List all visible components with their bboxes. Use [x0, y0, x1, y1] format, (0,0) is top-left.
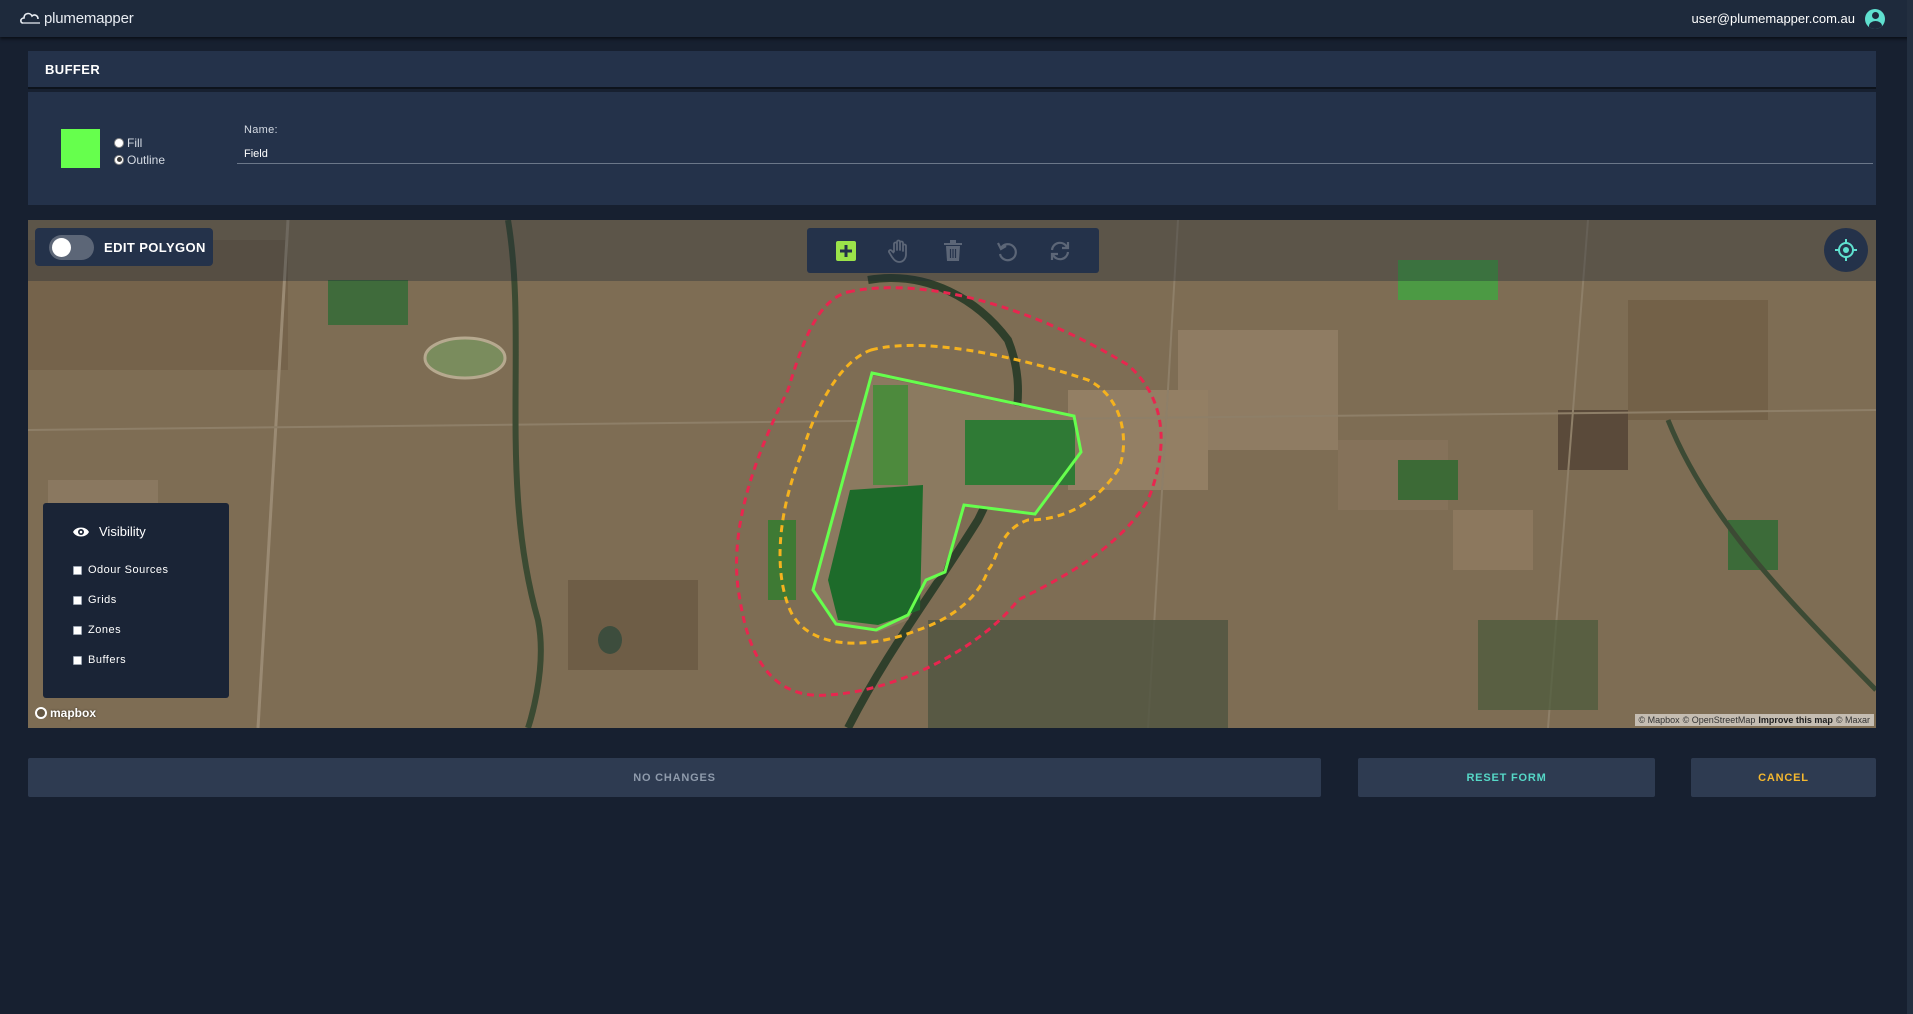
visibility-item-zones[interactable]: Zones [73, 615, 229, 645]
satellite-imagery [28, 220, 1876, 728]
fill-radio[interactable] [114, 137, 124, 148]
hand-pan-icon [888, 239, 908, 263]
buffers-checkbox[interactable] [73, 655, 82, 665]
visibility-title-text: Visibility [99, 524, 146, 539]
cloud-logo-icon [20, 12, 40, 24]
cancel-button[interactable]: CANCEL [1691, 758, 1876, 797]
draw-toolbar [807, 228, 1099, 273]
attribution-improve[interactable]: Improve this map [1758, 715, 1833, 725]
zones-checkbox[interactable] [73, 625, 82, 635]
trash-icon [943, 239, 962, 261]
add-polygon-button[interactable] [832, 237, 860, 265]
outline-radio[interactable] [114, 154, 124, 165]
visibility-item-label: Buffers [88, 654, 127, 666]
user-avatar-icon[interactable] [1865, 8, 1885, 29]
fill-radio-row[interactable]: Fill [114, 134, 165, 151]
name-input[interactable] [237, 144, 1873, 164]
map-view[interactable]: EDIT POLYGON Visibility Odour Sources Gr… [28, 220, 1876, 728]
fill-radio-label: Fill [127, 135, 143, 150]
visibility-item-label: Grids [88, 594, 117, 606]
section-title: BUFFER [45, 61, 101, 77]
redo-icon [1051, 241, 1070, 260]
section-header: BUFFER [28, 51, 1876, 89]
attribution-mapbox[interactable]: © Mapbox [1639, 715, 1680, 725]
map-attribution: © Mapbox © OpenStreetMap Improve this ma… [1634, 714, 1874, 726]
edit-polygon-switch[interactable] [49, 234, 94, 260]
user-menu[interactable]: user@plumemapper.com.au [1691, 8, 1885, 29]
attribution-osm[interactable]: © OpenStreetMap [1683, 715, 1756, 725]
app-logo[interactable]: plumemapper [20, 10, 134, 28]
delete-button[interactable] [939, 237, 967, 265]
user-email: user@plumemapper.com.au [1691, 11, 1856, 26]
visibility-item-buffers[interactable]: Buffers [73, 645, 229, 675]
undo-button[interactable] [993, 237, 1021, 265]
visibility-item-label: Zones [88, 624, 122, 636]
name-label: Name: [244, 124, 278, 136]
eye-icon [73, 527, 89, 536]
visibility-item-odour-sources[interactable]: Odour Sources [73, 555, 229, 585]
pan-button[interactable] [885, 237, 913, 265]
color-swatch[interactable] [61, 129, 100, 168]
visibility-item-label: Odour Sources [88, 564, 169, 576]
buffer-form: Fill Outline Name: [28, 92, 1876, 205]
grids-checkbox[interactable] [73, 595, 82, 605]
redo-button[interactable] [1046, 237, 1074, 265]
visibility-panel: Visibility Odour Sources Grids Zones Buf… [43, 503, 229, 698]
add-polygon-icon [835, 240, 856, 261]
locate-button[interactable] [1824, 228, 1868, 272]
undo-icon [996, 242, 1017, 261]
edit-polygon-toggle[interactable]: EDIT POLYGON [35, 228, 213, 266]
outline-radio-row[interactable]: Outline [114, 151, 165, 168]
odour-sources-checkbox[interactable] [73, 565, 82, 575]
visibility-item-grids[interactable]: Grids [73, 585, 229, 615]
visibility-title: Visibility [73, 524, 229, 539]
crosshair-icon [1835, 239, 1857, 261]
edit-polygon-label: EDIT POLYGON [104, 239, 206, 255]
mapbox-logo-text: mapbox [50, 706, 97, 720]
attribution-maxar[interactable]: © Maxar [1836, 715, 1870, 725]
style-radio-group: Fill Outline [114, 134, 165, 168]
save-button[interactable]: NO CHANGES [28, 758, 1321, 797]
reset-form-button[interactable]: RESET FORM [1358, 758, 1655, 797]
page-scrollbar[interactable] [1907, 0, 1913, 1014]
mapbox-logo-icon [35, 707, 47, 719]
mapbox-logo[interactable]: mapbox [35, 706, 96, 720]
logo-text: plumemapper [44, 10, 134, 27]
top-bar: plumemapper user@plumemapper.com.au [0, 0, 1913, 37]
outline-radio-label: Outline [127, 152, 166, 167]
